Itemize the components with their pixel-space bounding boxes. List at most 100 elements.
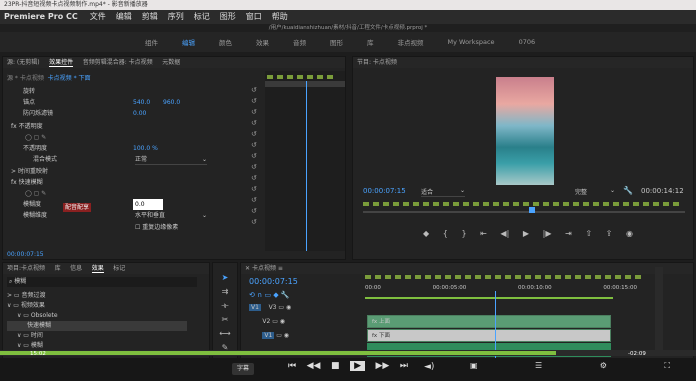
ws-graphics[interactable]: 图形: [330, 37, 343, 47]
effect-timecode[interactable]: 00:00:07:15: [7, 251, 44, 258]
ws-assembly[interactable]: 组件: [145, 37, 158, 47]
tab-effect-controls[interactable]: 效果控件: [49, 59, 74, 67]
mark-in-icon[interactable]: {: [443, 229, 448, 238]
reset-icon[interactable]: ↺: [251, 85, 263, 96]
ws-editing[interactable]: 编辑: [182, 37, 195, 47]
anchor-y-value[interactable]: 960.0: [163, 97, 180, 108]
opacity-group[interactable]: fx 不透明度: [11, 121, 43, 132]
reset-icon[interactable]: ↺: [251, 162, 263, 173]
tab-info[interactable]: 信息: [70, 265, 82, 272]
ws-custom[interactable]: 非点视频: [398, 37, 424, 47]
tab-source[interactable]: 源: (无剪辑): [7, 59, 40, 66]
clip-bottom[interactable]: fx 下面: [367, 329, 611, 342]
tree-item[interactable]: ∨ ▭ Obsolete: [7, 311, 187, 321]
clip-top[interactable]: fx 上面: [367, 315, 611, 328]
tab-project[interactable]: 项目:卡点视频: [7, 265, 45, 272]
menu-file[interactable]: 文件: [90, 10, 106, 24]
tree-item[interactable]: ∨ ▭ 视频效果: [7, 301, 187, 311]
player-stop-icon[interactable]: ■: [331, 361, 340, 371]
quality-select[interactable]: 完整 ⌄: [575, 187, 615, 196]
reset-icon[interactable]: ↺: [251, 184, 263, 195]
ws-audio[interactable]: 音频: [293, 37, 306, 47]
blur-mask-tools[interactable]: ◯ ▢ ✎: [25, 188, 46, 199]
program-title[interactable]: 节目: 卡点视频: [353, 57, 693, 68]
mask-tools[interactable]: ◯ ▢ ✎: [25, 132, 46, 143]
program-timecode[interactable]: 00:00:07:15: [363, 187, 406, 195]
tree-item-selected[interactable]: 快速模糊: [7, 321, 187, 331]
ws-myworkspace[interactable]: My Workspace: [448, 38, 495, 46]
tab-metadata[interactable]: 元数据: [162, 59, 180, 66]
reset-icon[interactable]: ↺: [251, 195, 263, 206]
tree-item[interactable]: ∨ ▭ 时间: [7, 331, 187, 341]
menu-sequence[interactable]: 序列: [168, 10, 184, 24]
blend-mode-select[interactable]: 正常 ⌄: [135, 154, 207, 165]
effects-search[interactable]: ⌕ 模糊: [7, 277, 197, 287]
go-to-out-icon[interactable]: ⇥: [565, 229, 572, 238]
player-play-icon[interactable]: ▶: [350, 361, 365, 371]
reset-icon[interactable]: ↺: [251, 206, 263, 217]
extract-icon[interactable]: ⇪: [606, 229, 613, 238]
track-v3[interactable]: V1 V3 ▭ ◉: [249, 301, 359, 315]
settings-icon[interactable]: ⚙: [600, 361, 607, 371]
opacity-value[interactable]: 100.0 %: [133, 143, 158, 154]
tab-effects[interactable]: 效果: [91, 265, 104, 273]
menu-clip[interactable]: 剪辑: [142, 10, 158, 24]
menu-marker[interactable]: 标记: [194, 10, 210, 24]
reset-icon[interactable]: ↺: [251, 118, 263, 129]
volume-icon[interactable]: ◄): [424, 362, 434, 372]
wrench-icon[interactable]: 🔧: [623, 186, 633, 195]
reset-icon[interactable]: ↺: [251, 217, 263, 228]
reset-icon[interactable]: ↺: [251, 129, 263, 140]
fit-select[interactable]: 适合 ⌄: [421, 187, 465, 197]
fast-blur-row[interactable]: fx 快速模糊: [11, 177, 43, 188]
step-back-icon[interactable]: ◀|: [500, 229, 509, 238]
ripple-edit-icon[interactable]: ⟛: [213, 299, 237, 313]
reset-icon[interactable]: ↺: [251, 151, 263, 162]
tab-audio-mixer[interactable]: 音频剪辑混合器: 卡点视频: [83, 59, 153, 66]
keyframe-area[interactable]: [265, 71, 345, 251]
screenshot-icon[interactable]: ▣: [470, 361, 478, 371]
play-icon[interactable]: ▶: [523, 229, 529, 238]
tab-library[interactable]: 库: [55, 265, 61, 272]
player-forward-icon[interactable]: ▶▶: [376, 361, 390, 371]
anchor-x-value[interactable]: 540.0: [133, 97, 150, 108]
player-rewind-icon[interactable]: ◀◀: [307, 361, 321, 371]
playlist-icon[interactable]: ☰: [535, 361, 542, 371]
reset-icon[interactable]: ↺: [251, 107, 263, 118]
ws-library[interactable]: 库: [367, 37, 374, 47]
reset-icon[interactable]: ↺: [251, 140, 263, 151]
repeat-edge-checkbox[interactable]: ☐ 重复边缘像素: [135, 222, 178, 233]
timeline-playhead[interactable]: [495, 291, 496, 359]
lift-icon[interactable]: ⇧: [585, 229, 592, 238]
timeline-ruler[interactable]: 00:00 00:00:05:00 00:00:10:00 00:00:15:00: [365, 285, 637, 291]
reset-icons[interactable]: ↺ ↺ ↺ ↺ ↺ ↺ ↺ ↺ ↺ ↺ ↺ ↺ ↺: [251, 85, 263, 235]
track-v2[interactable]: V2 ▭ ◉: [249, 315, 359, 329]
track-v1[interactable]: V1 ▭ ◉: [249, 329, 359, 343]
reset-icon[interactable]: ↺: [251, 173, 263, 184]
tree-item[interactable]: > ▭ 音频过渡: [7, 291, 187, 301]
track-select-icon[interactable]: ⇉: [213, 285, 237, 299]
ws-0706[interactable]: 0706: [519, 38, 536, 46]
go-to-in-icon[interactable]: ⇤: [480, 229, 487, 238]
menu-window[interactable]: 窗口: [246, 10, 262, 24]
timeline-timecode[interactable]: 00:00:07:15: [249, 277, 298, 286]
step-forward-icon[interactable]: |▶: [543, 229, 552, 238]
ws-color[interactable]: 颜色: [219, 37, 232, 47]
fullscreen-icon[interactable]: ⛶: [664, 361, 670, 371]
tab-markers[interactable]: 标记: [113, 265, 125, 272]
menu-graphics[interactable]: 图形: [220, 10, 236, 24]
reset-icon[interactable]: ↺: [251, 96, 263, 107]
blurriness-input[interactable]: 0.0: [133, 199, 163, 210]
blur-dims-select[interactable]: 水平和垂直 ⌄: [135, 210, 207, 221]
mini-playhead[interactable]: [306, 81, 307, 251]
work-area-bar[interactable]: [365, 297, 613, 299]
camera-icon[interactable]: ◉: [626, 229, 633, 238]
time-remap-row[interactable]: > 时间重映射: [11, 166, 48, 177]
player-progress[interactable]: [0, 350, 696, 356]
slip-icon[interactable]: ⟷: [213, 327, 237, 341]
subtitle-button[interactable]: 字幕: [232, 363, 254, 375]
menu-edit[interactable]: 编辑: [116, 10, 132, 24]
razor-icon[interactable]: ✂: [213, 313, 237, 327]
program-playhead[interactable]: [529, 207, 535, 213]
menu-help[interactable]: 帮助: [272, 10, 288, 24]
